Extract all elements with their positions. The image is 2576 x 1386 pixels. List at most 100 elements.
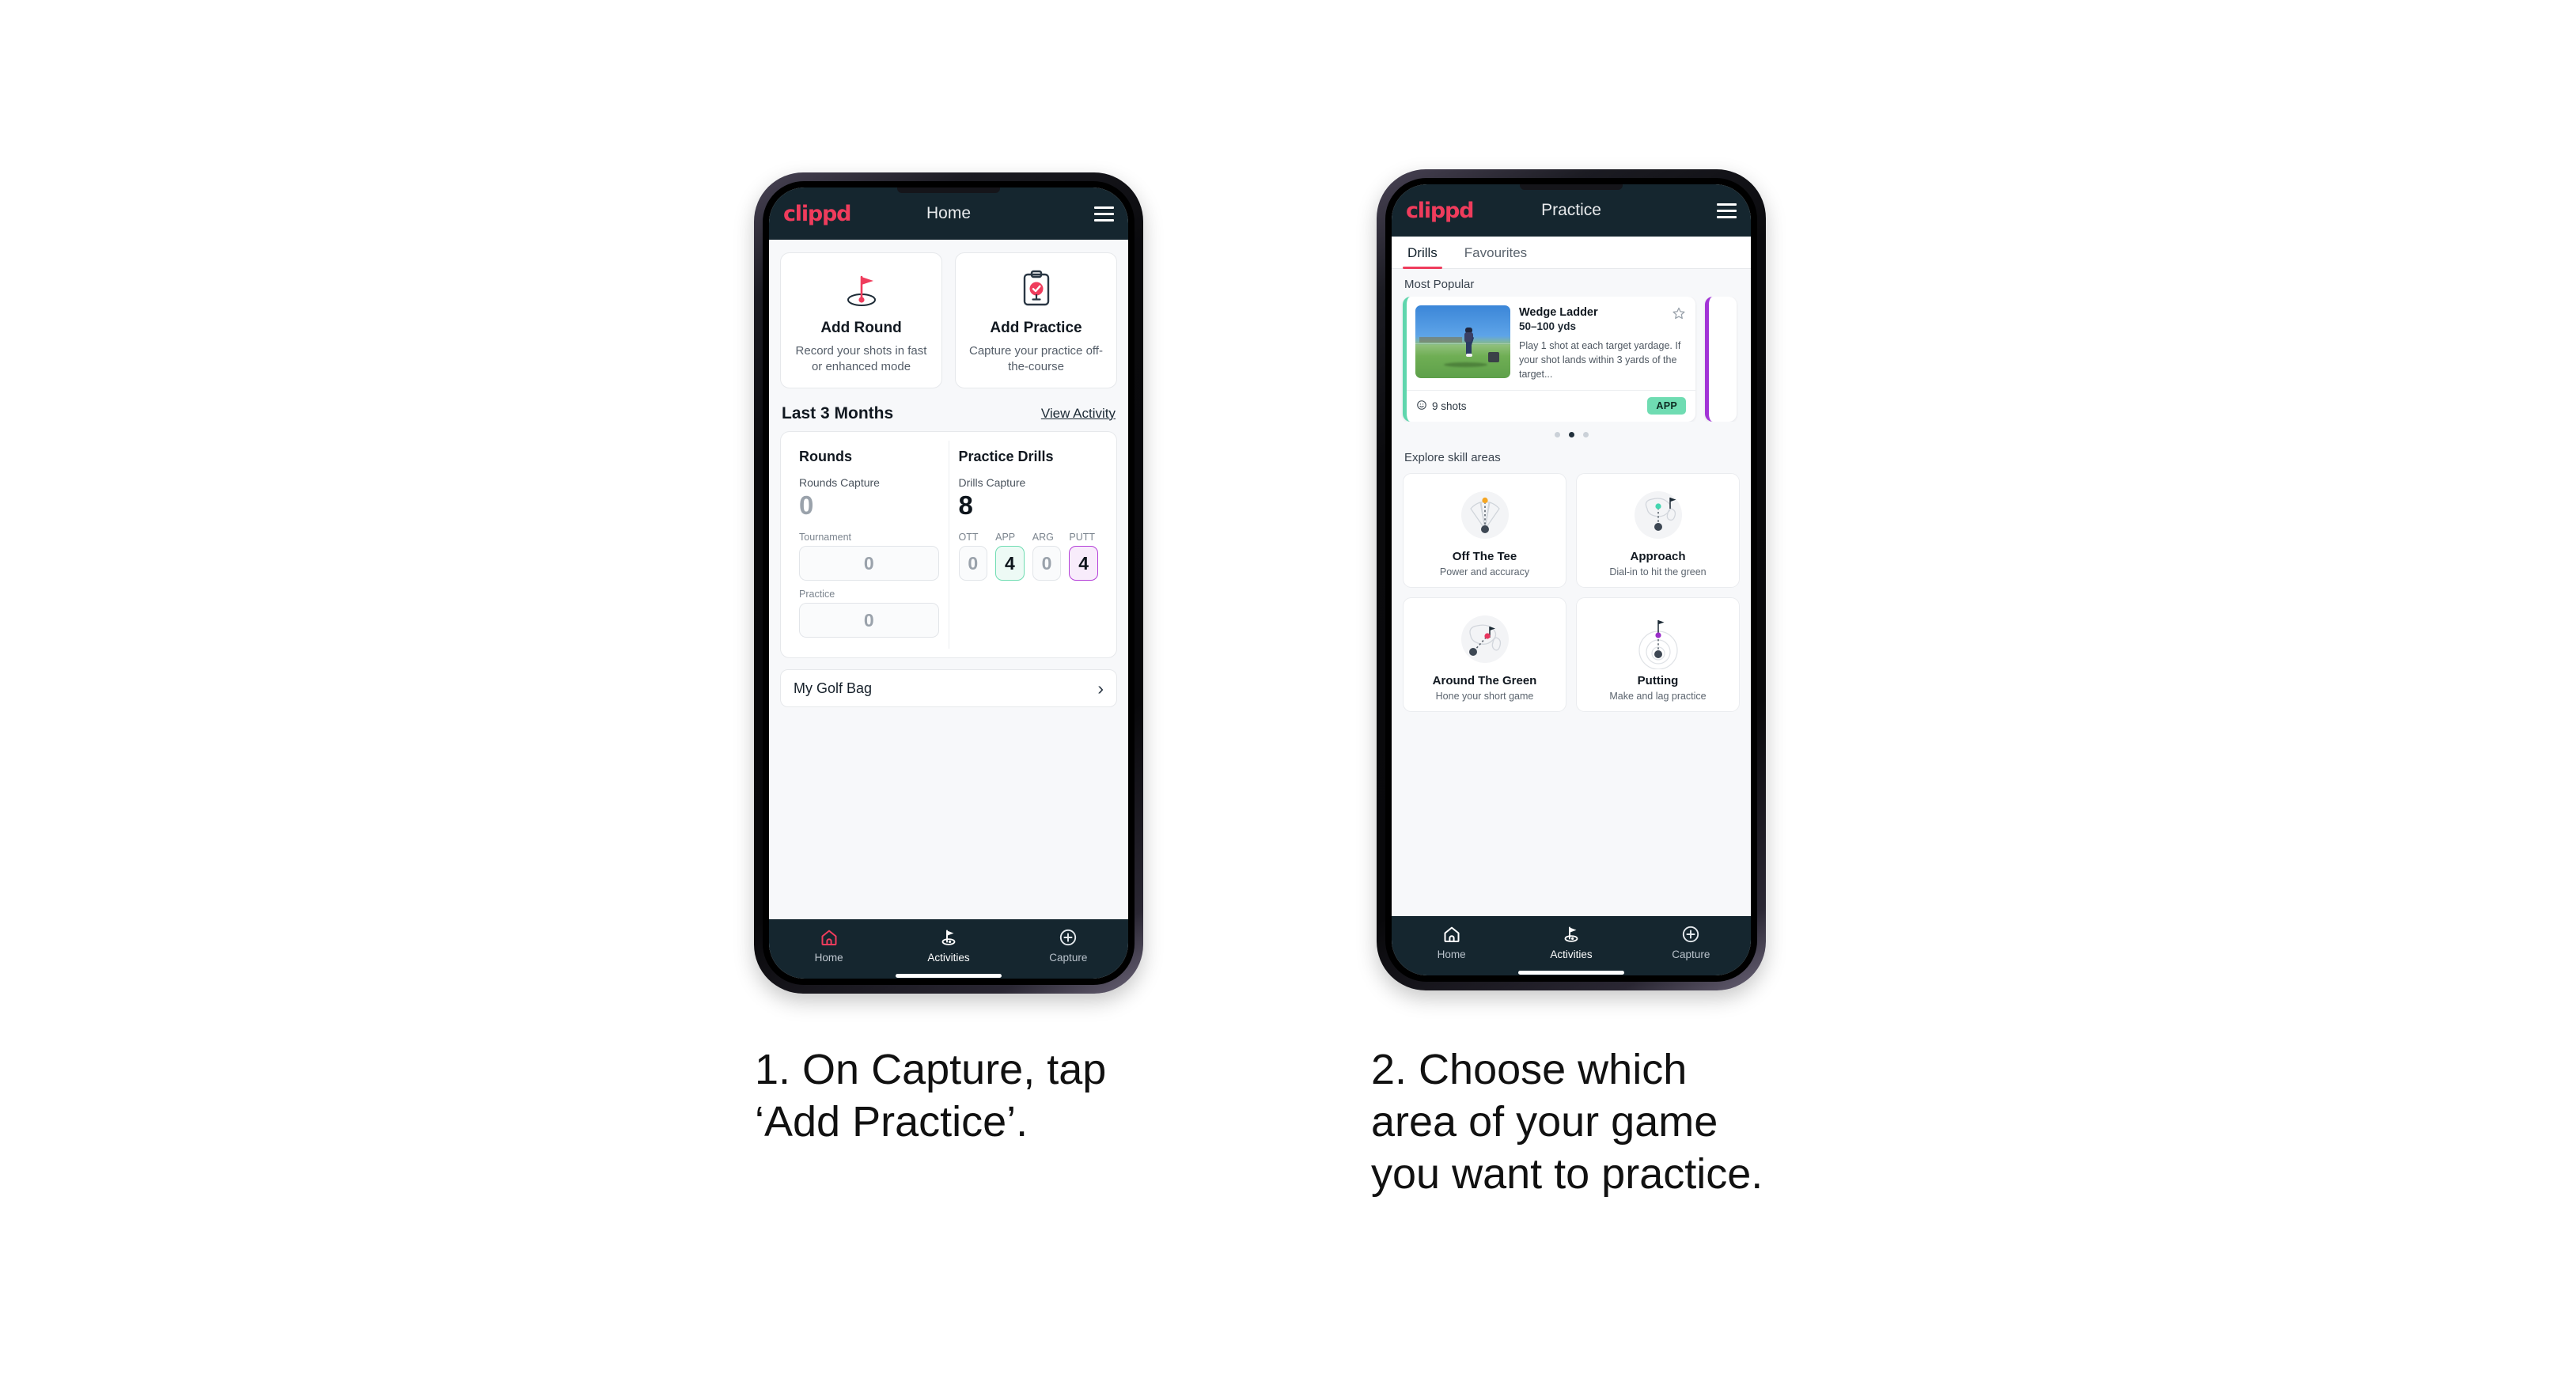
drill-category-badge: APP [1647, 397, 1686, 415]
skill-card-approach[interactable]: Approach Dial-in to hit the green [1576, 473, 1740, 589]
thumb-bag [1487, 351, 1499, 362]
skill-areas-grid: Off The Tee Power and accuracy Approach … [1392, 470, 1751, 720]
phone-notch [1520, 184, 1623, 190]
skill-subtitle: Power and accuracy [1439, 566, 1530, 578]
app-bar: clippd Practice [1392, 184, 1751, 237]
nav-item-capture[interactable]: Capture [1631, 924, 1751, 960]
my-golf-bag-label: My Golf Bag [794, 680, 873, 696]
nav-item-activities[interactable]: Activities [888, 927, 1008, 964]
drill-card[interactable]: Wedge Ladder 50–100 yds Play 1 shot at e… [1403, 297, 1695, 422]
drill-carousel[interactable]: Wedge Ladder 50–100 yds Play 1 shot at e… [1392, 297, 1751, 422]
skill-card-putting[interactable]: Putting Make and lag practice [1576, 597, 1740, 713]
ott-value[interactable]: 0 [958, 546, 988, 581]
drill-description: Play 1 shot at each target yardage. If y… [1519, 340, 1681, 381]
hamburger-icon[interactable] [1717, 203, 1737, 218]
skill-subtitle: Make and lag practice [1609, 691, 1707, 702]
skill-card-around-the-green[interactable]: Around The Green Hone your short game [1403, 597, 1566, 713]
clippd-logo: clippd [783, 201, 852, 226]
phone-screen-home: clippd Home Add Round Record your shots … [769, 187, 1128, 979]
nav-label-capture: Capture [1049, 952, 1088, 964]
golf-flag-icon [1511, 924, 1631, 945]
nav-label-capture: Capture [1672, 949, 1710, 960]
arg-caption: ARG [1032, 532, 1054, 543]
tournament-value[interactable]: 0 [799, 546, 939, 581]
nav-label-activities: Activities [927, 952, 970, 964]
arg-value[interactable]: 0 [1032, 546, 1062, 581]
phone-mockup-home: clippd Home Add Round Record your shots … [754, 172, 1143, 994]
hamburger-icon[interactable] [1094, 206, 1114, 222]
home-indicator[interactable] [896, 974, 1002, 978]
carousel-dots [1392, 422, 1751, 442]
add-round-card[interactable]: Add Round Record your shots in fast or e… [780, 252, 942, 388]
plus-circle-icon [1631, 924, 1751, 945]
add-practice-title: Add Practice [990, 320, 1082, 336]
skill-title: Off The Tee [1452, 550, 1517, 564]
tab-drills[interactable]: Drills [1403, 237, 1442, 269]
view-activity-link[interactable]: View Activity [1041, 406, 1116, 422]
skill-subtitle: Dial-in to hit the green [1609, 566, 1707, 578]
app-value[interactable]: 4 [995, 546, 1025, 581]
skill-title: Approach [1630, 550, 1686, 564]
practice-value[interactable]: 0 [799, 603, 939, 638]
drill-info: Wedge Ladder 50–100 yds Play 1 shot at e… [1519, 305, 1686, 381]
drills-capture-value: 8 [958, 490, 973, 520]
stats-panel: Rounds Rounds Capture 0 Tournament 0 Pra… [780, 430, 1117, 659]
rounds-box-grid: Tournament 0 Practice 0 [799, 532, 939, 638]
practice-stat: Practice 0 [799, 589, 939, 638]
drill-card-next-peek[interactable] [1705, 297, 1737, 422]
nav-item-capture[interactable]: Capture [1009, 927, 1128, 964]
tab-drills-label: Drills [1407, 245, 1438, 260]
my-golf-bag-row[interactable]: My Golf Bag › [780, 669, 1117, 708]
drill-yardage: 50–100 yds [1519, 320, 1577, 332]
phone-bezel: clippd Practice Drills Favourites Most P… [1385, 178, 1757, 982]
rounds-heading: Rounds [799, 448, 852, 464]
section-title: Last 3 Months [782, 403, 894, 422]
drill-card-top: Wedge Ladder 50–100 yds Play 1 shot at e… [1407, 297, 1695, 390]
thumb-golfer [1464, 327, 1475, 361]
drills-heading: Practice Drills [958, 448, 1054, 464]
thumb-horizon [1415, 343, 1510, 344]
home-icon [1392, 924, 1511, 945]
skill-card-off-the-tee[interactable]: Off The Tee Power and accuracy [1403, 473, 1566, 589]
thumb-treeline [1419, 337, 1462, 343]
drill-shots-label: 9 shots [1432, 400, 1467, 412]
around-the-green-icon [1410, 607, 1559, 672]
tab-favourites[interactable]: Favourites [1460, 237, 1532, 268]
drill-strip: Wedge Ladder 50–100 yds Play 1 shot at e… [1403, 297, 1751, 422]
carousel-dot-active[interactable] [1568, 432, 1574, 438]
nav-item-home[interactable]: Home [769, 927, 888, 964]
skill-subtitle: Hone your short game [1435, 691, 1534, 702]
nav-item-home[interactable]: Home [1392, 924, 1511, 960]
practice-content: Most Popular Wedge Ladder 50–100 yds Pla… [1392, 269, 1751, 916]
home-content: Add Round Record your shots in fast or e… [769, 240, 1128, 919]
approach-icon [1583, 483, 1733, 547]
carousel-dot[interactable] [1554, 432, 1560, 438]
practice-tabs: Drills Favourites [1392, 237, 1751, 269]
drills-stats-column: Practice Drills Drills Capture 8 OTT 0 A… [948, 440, 1108, 649]
ott-caption: OTT [958, 532, 979, 543]
app-caption: APP [995, 532, 1016, 543]
caption-step-1: 1. On Capture, tap ‘Add Practice’. [755, 1046, 1107, 1146]
phone-bezel: clippd Home Add Round Record your shots … [763, 181, 1135, 985]
last-3-months-header: Last 3 Months View Activity [769, 388, 1128, 431]
carousel-dot[interactable] [1582, 432, 1589, 438]
tournament-caption: Tournament [799, 532, 852, 543]
putt-value[interactable]: 4 [1069, 546, 1098, 581]
golf-flag-hole-icon [789, 267, 934, 312]
golf-flag-icon [888, 927, 1008, 948]
phone-body: clippd Home Add Round Record your shots … [754, 172, 1143, 994]
drill-title: Wedge Ladder [1519, 306, 1598, 319]
phone-notch [897, 187, 1000, 193]
home-indicator[interactable] [1518, 971, 1624, 975]
nav-item-activities[interactable]: Activities [1511, 924, 1631, 960]
putt-caption: PUTT [1069, 532, 1096, 543]
screenshot-canvas: clippd Home Add Round Record your shots … [0, 0, 2576, 1386]
drill-shots: 9 shots [1416, 400, 1467, 413]
add-practice-card[interactable]: Add Practice Capture your practice off-t… [955, 252, 1117, 388]
drill-card-footer: 9 shots APP [1407, 390, 1695, 422]
off-the-tee-icon [1410, 483, 1559, 547]
phone-body: clippd Practice Drills Favourites Most P… [1377, 169, 1766, 990]
nav-label-home: Home [1437, 949, 1466, 960]
star-outline-icon[interactable] [1672, 306, 1686, 324]
phone-screen-practice: clippd Practice Drills Favourites Most P… [1392, 184, 1751, 975]
